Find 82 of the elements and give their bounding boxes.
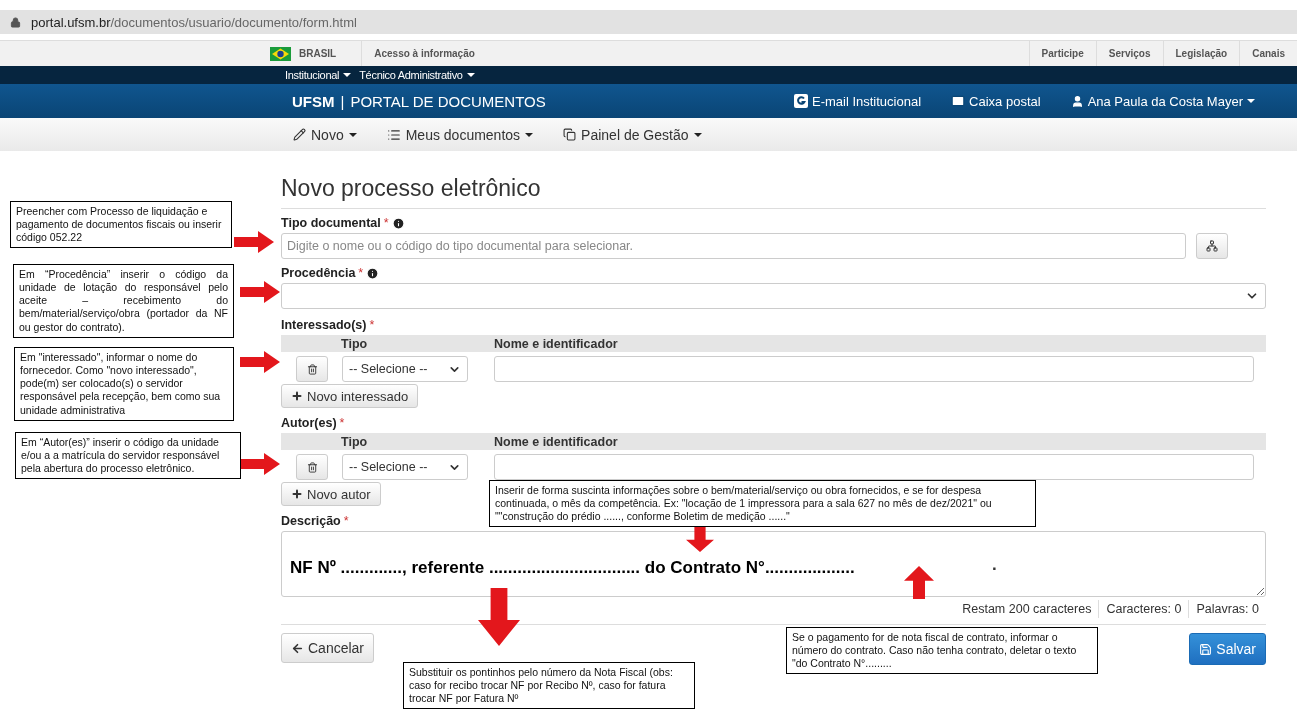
delete-button[interactable] xyxy=(296,356,328,382)
plus-icon xyxy=(291,488,303,500)
arrow-icon xyxy=(478,588,520,646)
caret-icon xyxy=(343,73,352,77)
column-header: Tipo xyxy=(341,434,369,449)
trash-icon xyxy=(306,363,318,375)
type-select[interactable]: -- Selecione -- xyxy=(342,356,468,382)
annotation-note: Em “Autor(es)” inserir o código da unidade e/ou a a matrícula do servidor responsável pela abertura do processo eletrônico. xyxy=(15,432,241,480)
user-icon xyxy=(1070,94,1084,108)
add-button[interactable]: Novo autor xyxy=(281,482,381,506)
flag-icon xyxy=(270,46,291,61)
info-icon xyxy=(391,217,405,230)
copy-icon xyxy=(563,128,577,141)
access-link[interactable]: Acesso à informação xyxy=(374,48,475,59)
annotation-note: Se o pagamento for de nota fiscal de contrato, informar o número do contrato. Caso não tenha contrato, deletar o texto "do Contrato N°......... xyxy=(786,627,1098,675)
name-field[interactable] xyxy=(494,356,1254,382)
add-button[interactable]: Novo interessado xyxy=(281,384,419,408)
document-type-field[interactable]: Digite o nome ou o código do tipo documental para selecionar. xyxy=(281,233,1186,259)
required-mark: * xyxy=(369,318,375,333)
nav-menu[interactable]: Técnico Administrativo xyxy=(359,69,475,81)
header-link[interactable]: Caixa postal xyxy=(951,93,1041,109)
field-label: Procedência xyxy=(281,266,356,281)
cancel-button[interactable]: Cancelar xyxy=(281,633,375,663)
portal-title: PORTAL DE DOCUMENTOS xyxy=(350,92,546,110)
arrow-icon xyxy=(234,231,274,253)
column-header: Nome e identificador xyxy=(494,434,619,449)
character-counter: Restam 200 caracteres xyxy=(961,601,1093,618)
menu-item[interactable]: Meus documentos xyxy=(386,126,534,143)
field-label: Tipo documental xyxy=(281,216,381,231)
brand-name: UFSM xyxy=(292,92,335,110)
arrow-icon xyxy=(240,351,280,373)
type-select[interactable]: -- Selecione -- xyxy=(342,454,468,480)
plus-icon xyxy=(291,390,303,402)
required-mark: * xyxy=(343,514,349,529)
trash-icon xyxy=(306,461,318,473)
delete-button[interactable] xyxy=(296,454,328,480)
lock-icon xyxy=(10,16,21,28)
column-header: Nome e identificador xyxy=(494,336,619,351)
annotation-note: Preencher com Processo de liquidação e pagamento de documentos fiscais ou inserir código 052.22 xyxy=(10,201,232,249)
address-bar[interactable]: portal.ufsm.br/documentos/usuario/documento/form.html xyxy=(0,10,1297,34)
envelope-icon xyxy=(951,94,966,108)
brand-separator: | xyxy=(340,92,345,110)
nav-menu[interactable]: Institucional xyxy=(285,69,352,81)
email-icon xyxy=(793,94,808,108)
annotation-note: Em "interessado", informar o nome do fornecedor. Como "novo interessado", pode(m) ser colocado(s) o servidor responsável pela recepção, bem como sua unidade administrativa xyxy=(14,347,234,421)
character-counter: Caracteres: 0 xyxy=(1098,600,1189,618)
arrow-left-icon xyxy=(291,641,304,655)
arrow-icon xyxy=(904,566,934,599)
column-header: Tipo xyxy=(341,336,369,351)
required-mark: * xyxy=(339,416,345,431)
field-label: Descrição xyxy=(281,514,341,529)
section-label: Autor(es) xyxy=(281,416,337,431)
hierarchy-icon xyxy=(1206,240,1218,252)
caret-icon xyxy=(466,73,475,77)
menu-item[interactable]: Novo xyxy=(293,126,357,143)
caret-icon xyxy=(525,132,534,137)
section-label: Interessado(s) xyxy=(281,318,367,333)
save-icon xyxy=(1199,642,1213,656)
list-icon xyxy=(386,127,401,142)
annotation-note: Substituir os pontinhos pelo número da Nota Fiscal (obs: caso for recibo trocar NF por Recibo Nº, caso for fatura trocar NF por Fatura Nº xyxy=(403,662,695,710)
annotation-note: Em “Procedência” inserir o código da unidade de lotação do responsável pelo aceite – recebimento do bem/material/serviço/obra (portador da NF ou gestor do contrato). xyxy=(13,264,234,338)
url-host: portal.ufsm.br xyxy=(31,14,111,30)
page-title: Novo processo eletrônico xyxy=(281,175,1266,209)
name-field[interactable] xyxy=(494,454,1254,480)
caret-icon xyxy=(693,132,702,137)
caret-icon xyxy=(348,132,357,137)
header-link[interactable]: Ana Paula da Costa Mayer xyxy=(1070,93,1255,109)
required-mark: * xyxy=(383,216,389,231)
character-counter: Palavras: 0 xyxy=(1188,600,1266,618)
header-link[interactable]: E-mail Institucional xyxy=(793,93,922,109)
annotation-note: Inserir de forma suscinta informações sobre o bem/material/serviço ou obra fornecidos, e se for despesa continuada, o mês da competência. Ex: "locação de 1 impressora para a sala 627 no mês de dez/2021" ou ""construção do prédio ......, conforme Boletim de medição ......" xyxy=(489,480,1036,528)
arrow-icon xyxy=(240,453,280,475)
arrow-icon xyxy=(240,281,280,303)
stray-dot: . xyxy=(992,555,997,575)
required-mark: * xyxy=(358,266,364,281)
url-path: /documentos/usuario/documento/form.html xyxy=(110,14,357,30)
tree-button[interactable] xyxy=(1196,233,1228,259)
menu-item[interactable]: Painel de Gestão xyxy=(563,126,702,143)
info-icon xyxy=(366,267,380,280)
pencil-icon xyxy=(293,128,306,141)
save-button[interactable]: Salvar xyxy=(1189,633,1266,665)
arrow-icon xyxy=(686,525,714,552)
